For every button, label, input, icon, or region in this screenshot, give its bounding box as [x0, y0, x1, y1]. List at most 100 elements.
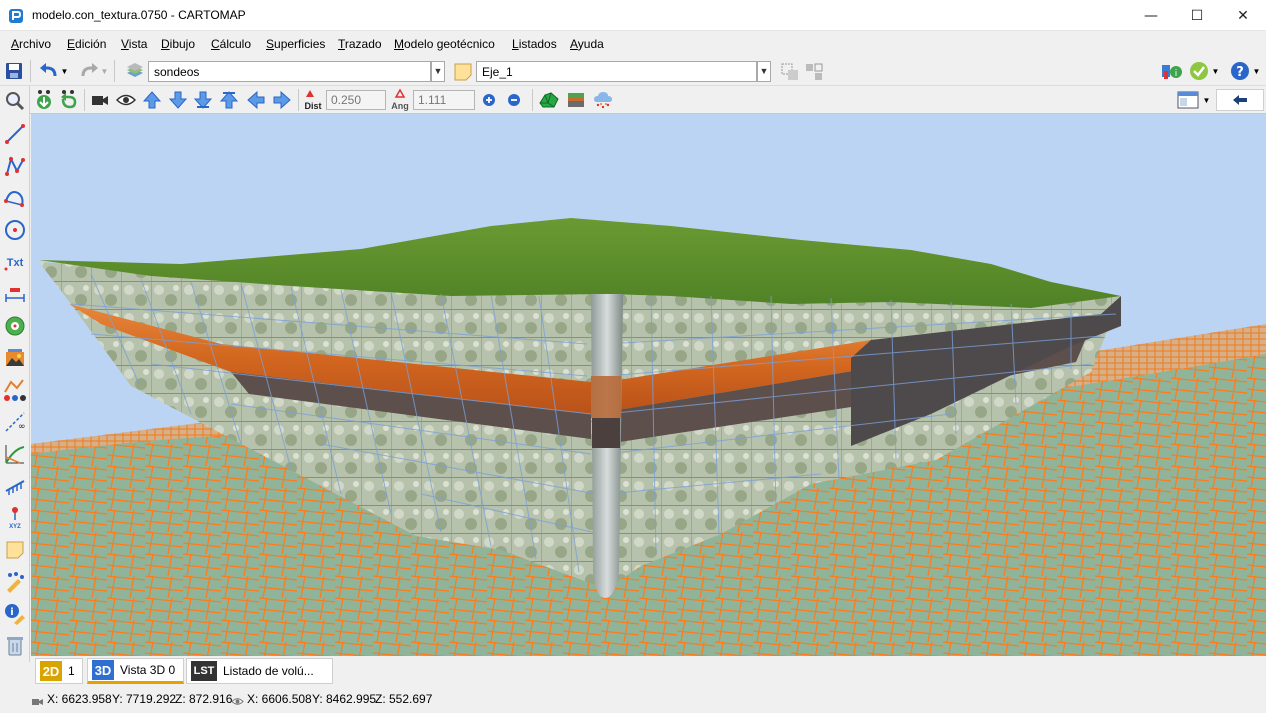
infinite-line-icon[interactable]: ∞	[3, 410, 27, 434]
group-select-icon[interactable]	[804, 62, 824, 81]
menu-archivo[interactable]: Archivo	[11, 37, 51, 51]
check-dropdown-icon[interactable]: ▼	[1211, 65, 1220, 77]
tab-listado-badge: LST	[191, 661, 217, 681]
menu-modelo-geotecnico[interactable]: Modelo geotécnico	[394, 37, 495, 51]
menu-edicion[interactable]: Edición	[67, 37, 106, 51]
save-icon[interactable]	[4, 61, 24, 81]
dimension-tool-icon[interactable]	[3, 282, 27, 306]
redo-dropdown-icon[interactable]: ▼	[100, 65, 109, 77]
svg-text:Dist: Dist	[304, 101, 321, 111]
window-layout-dropdown-icon[interactable]: ▼	[1202, 94, 1211, 106]
camera-position-icon	[32, 695, 44, 709]
cartomap-app-icon	[9, 9, 23, 23]
menu-trazado[interactable]: Trazado	[338, 37, 382, 51]
axis-combo[interactable]: Eje_1	[476, 61, 757, 82]
info-edit-icon[interactable]: i	[3, 602, 27, 626]
comb-tool-icon[interactable]	[3, 474, 27, 498]
tab-3d-badge: 3D	[92, 660, 114, 680]
svg-text:XYZ: XYZ	[9, 524, 21, 530]
3d-viewport[interactable]	[31, 114, 1266, 656]
layers-icon[interactable]	[125, 62, 145, 80]
left-toolbar: Txt ∞ XYZ i	[0, 86, 30, 662]
maximize-button[interactable]: ☐	[1174, 0, 1220, 31]
profile-tool-icon[interactable]	[3, 378, 27, 402]
image-tool-icon[interactable]	[3, 346, 27, 370]
view3d-toolbar: Dist 0.250 Ang 1.111 ▼	[30, 86, 1266, 114]
help-icon[interactable]: ?	[1229, 61, 1251, 81]
camera-z: Z: 872.916	[175, 692, 233, 706]
svg-text:i: i	[10, 607, 13, 618]
edit-points-icon[interactable]	[3, 570, 27, 594]
cloud-points-icon[interactable]	[592, 89, 614, 111]
select-area-icon[interactable]	[780, 62, 800, 81]
xyz-point-icon[interactable]: XYZ	[3, 506, 27, 530]
svg-text:Txt: Txt	[7, 257, 24, 269]
svg-text:?: ?	[1236, 65, 1244, 80]
line-tool-icon[interactable]	[3, 122, 27, 146]
distance-step-icon: Dist	[302, 88, 324, 112]
station-tool-icon[interactable]	[3, 314, 27, 338]
menu-calculo[interactable]: Cálculo	[211, 37, 251, 51]
move-left-icon[interactable]	[245, 89, 267, 111]
close-button[interactable]: ✕	[1220, 0, 1266, 31]
move-up-icon[interactable]	[219, 89, 239, 111]
terrain-model-icon[interactable]	[538, 89, 560, 111]
help-dropdown-icon[interactable]: ▼	[1252, 65, 1261, 77]
connection-status-icon[interactable]: i	[1161, 62, 1183, 81]
menu-superficies[interactable]: Superficies	[266, 37, 325, 51]
reset-view-icon[interactable]	[57, 88, 79, 112]
menu-listados[interactable]: Listados	[512, 37, 557, 51]
status-bar: X: 6623.958 Y: 7719.292 Z: 872.916 X: 66…	[0, 686, 1266, 713]
menu-dibujo[interactable]: Dibujo	[161, 37, 195, 51]
zoom-icon[interactable]	[3, 89, 27, 113]
title-bar: modelo.con_textura.0750 - CARTOMAP — ☐ ✕	[0, 0, 1266, 31]
polyline-tool-icon[interactable]	[3, 154, 27, 178]
tangent-tool-icon[interactable]	[3, 442, 27, 466]
move-forward-icon[interactable]	[142, 89, 162, 111]
tab-3d-label: Vista 3D 0	[120, 663, 176, 677]
axis-note-icon[interactable]	[453, 62, 473, 81]
note-tool-icon[interactable]	[3, 538, 27, 562]
camera-x: X: 6623.958	[47, 692, 112, 706]
target-x: X: 6606.508	[247, 692, 312, 706]
download-view-icon[interactable]	[33, 88, 55, 112]
target-position-icon	[231, 695, 244, 709]
back-arrow-button[interactable]	[1216, 89, 1264, 111]
layer-combo[interactable]: sondeos	[148, 61, 431, 82]
undo-dropdown-icon[interactable]: ▼	[60, 65, 69, 77]
camera-icon[interactable]	[90, 90, 110, 110]
circle-tool-icon[interactable]	[3, 218, 27, 242]
move-right-icon[interactable]	[271, 89, 293, 111]
move-back-icon[interactable]	[168, 89, 188, 111]
minimize-button[interactable]: —	[1128, 0, 1174, 31]
main-toolbar: ▼ ▼ sondeos ▼ Eje_1 ▼ i ▼ ? ▼	[0, 57, 1266, 86]
target-z: Z: 552.697	[375, 692, 433, 706]
zoom-in-icon[interactable]	[480, 91, 498, 109]
tab-2d[interactable]: 2D 1	[35, 658, 83, 684]
geotechnical-3d-model	[31, 218, 1266, 656]
angle-step-icon: Ang	[389, 88, 411, 112]
menu-vista[interactable]: Vista	[121, 37, 147, 51]
angle-step-input[interactable]: 1.111	[413, 90, 475, 110]
undo-icon[interactable]	[38, 61, 60, 81]
distance-step-input[interactable]: 0.250	[326, 90, 386, 110]
svg-text:Ang: Ang	[391, 101, 409, 111]
move-down-icon[interactable]	[193, 89, 213, 111]
menu-ayuda[interactable]: Ayuda	[570, 37, 604, 51]
zoom-out-icon[interactable]	[505, 91, 523, 109]
redo-icon[interactable]	[78, 61, 100, 81]
target-y: Y: 8462.995	[312, 692, 377, 706]
recycle-bin-icon[interactable]	[3, 634, 27, 658]
arc-tool-icon[interactable]	[3, 186, 27, 210]
tab-listado[interactable]: LST Listado de volú...	[186, 658, 333, 684]
strata-icon[interactable]	[565, 89, 587, 111]
check-ok-icon[interactable]	[1188, 61, 1210, 81]
layer-combo-arrow-icon[interactable]: ▼	[431, 61, 445, 82]
eye-icon[interactable]	[115, 90, 137, 110]
axis-combo-arrow-icon[interactable]: ▼	[757, 61, 771, 82]
window-layout-icon[interactable]	[1175, 90, 1201, 110]
document-tabs: 2D 1 3D Vista 3D 0 LST Listado de volú..…	[31, 656, 1266, 686]
text-tool-icon[interactable]: Txt	[3, 250, 27, 274]
tab-3d[interactable]: 3D Vista 3D 0	[87, 658, 184, 684]
menu-bar: Archivo Edición Vista Dibujo Cálculo Sup…	[0, 31, 1266, 57]
